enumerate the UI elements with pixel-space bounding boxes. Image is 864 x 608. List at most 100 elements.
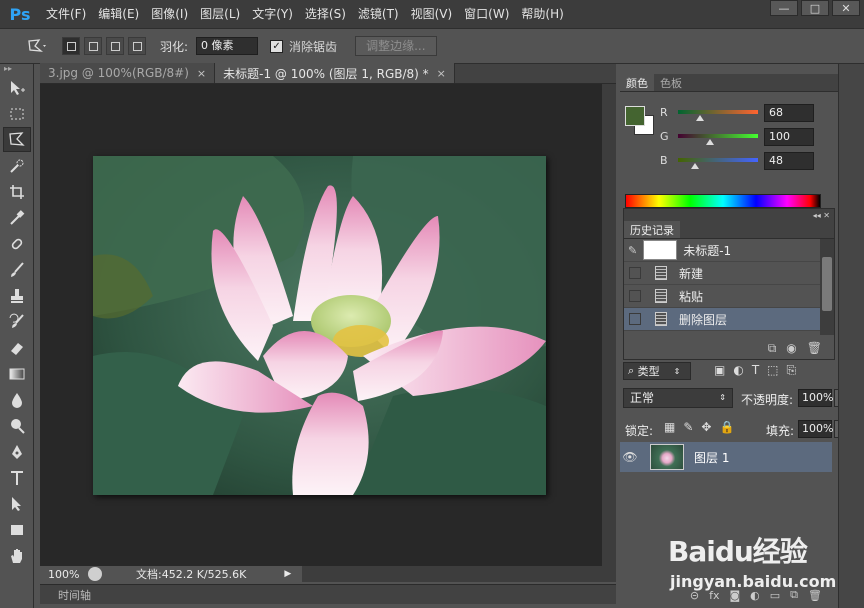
visibility-eye-icon[interactable]: 👁: [620, 450, 640, 464]
menu-select[interactable]: 选择(S): [299, 0, 352, 28]
blue-slider-track[interactable]: [678, 158, 758, 162]
menu-view[interactable]: 视图(V): [405, 0, 459, 28]
red-value-input[interactable]: 68: [764, 104, 814, 122]
green-slider-track[interactable]: [678, 134, 758, 138]
color-spectrum-bar[interactable]: [625, 194, 821, 208]
adjustment-filter-icon[interactable]: ◐: [733, 363, 743, 378]
tab-color[interactable]: 颜色: [620, 74, 654, 91]
rectangle-tool-icon[interactable]: [3, 517, 31, 542]
history-source-box[interactable]: [629, 313, 641, 325]
history-source-box[interactable]: [629, 267, 641, 279]
history-item[interactable]: 新建: [624, 262, 822, 285]
new-snapshot-icon[interactable]: ◉: [786, 341, 796, 355]
eyedropper-tool-icon[interactable]: [3, 205, 31, 230]
collapsed-panel-strip[interactable]: [838, 64, 864, 608]
lock-image-icon[interactable]: ✎: [683, 420, 693, 434]
quick-selection-tool-icon[interactable]: [3, 153, 31, 178]
blue-slider-thumb[interactable]: [691, 163, 699, 169]
hand-tool-icon[interactable]: [3, 543, 31, 568]
snapshot-label: 未标题-1: [683, 243, 732, 258]
tab-untitled-1[interactable]: 未标题-1 @ 100% (图层 1, RGB/8) * ×: [215, 63, 455, 83]
opacity-input[interactable]: 100%: [798, 389, 833, 407]
subtract-selection-icon[interactable]: [106, 37, 124, 55]
lotus-image[interactable]: [93, 156, 546, 495]
brush-tool-icon[interactable]: [3, 257, 31, 282]
blur-tool-icon[interactable]: [3, 387, 31, 412]
history-scrollbar[interactable]: [820, 239, 834, 335]
menu-filter[interactable]: 滤镜(T): [352, 0, 405, 28]
status-info-icon[interactable]: [88, 567, 102, 581]
toolbar-grip[interactable]: ▸▸: [0, 64, 33, 74]
shape-filter-icon[interactable]: ⬚: [767, 363, 778, 378]
path-selection-tool-icon[interactable]: [3, 491, 31, 516]
layer-filter-select[interactable]: ⌕ 类型 ⇕: [623, 362, 691, 380]
lock-label: 锁定:: [625, 424, 654, 438]
vertical-scrollbar[interactable]: [602, 84, 616, 566]
layer-name[interactable]: 图层 1: [694, 449, 729, 466]
history-item[interactable]: 删除图层: [624, 308, 822, 331]
new-selection-icon[interactable]: [62, 37, 80, 55]
close-tab-icon[interactable]: ×: [197, 67, 206, 80]
crop-tool-icon[interactable]: [3, 179, 31, 204]
status-menu-arrow-icon[interactable]: ▶: [284, 569, 291, 579]
blend-mode-select[interactable]: 正常 ⇕: [623, 388, 733, 408]
history-brush-source-icon[interactable]: ✎: [628, 244, 637, 257]
delete-state-icon[interactable]: 🗑: [807, 341, 822, 355]
history-item[interactable]: 粘贴: [624, 285, 822, 308]
menu-window[interactable]: 窗口(W): [458, 0, 515, 28]
history-brush-tool-icon[interactable]: [3, 309, 31, 334]
history-source-box[interactable]: [629, 290, 641, 302]
clone-stamp-tool-icon[interactable]: [3, 283, 31, 308]
pen-tool-icon[interactable]: [3, 439, 31, 464]
layer-filter-icons: ▣ ◐ T ⬚ ⎘: [714, 363, 796, 378]
tab-swatches[interactable]: 色板: [654, 74, 688, 91]
menu-type[interactable]: 文字(Y): [246, 0, 299, 28]
move-tool-icon[interactable]: [3, 75, 31, 100]
lasso-tool-icon[interactable]: [3, 127, 31, 152]
smart-object-filter-icon[interactable]: ⎘: [787, 363, 797, 378]
red-slider-track[interactable]: [678, 110, 758, 114]
blue-value-input[interactable]: 48: [764, 152, 814, 170]
gradient-tool-icon[interactable]: [3, 361, 31, 386]
menu-file[interactable]: 文件(F): [40, 0, 92, 28]
tab-history[interactable]: 历史记录: [624, 221, 680, 238]
layer-row[interactable]: 👁 图层 1: [620, 442, 832, 472]
pixel-filter-icon[interactable]: ▣: [714, 363, 725, 378]
close-button[interactable]: ✕: [832, 0, 860, 16]
type-filter-icon[interactable]: T: [752, 363, 759, 378]
dodge-tool-icon[interactable]: [3, 413, 31, 438]
feather-input[interactable]: 0 像素: [196, 37, 259, 55]
red-slider-thumb[interactable]: [696, 115, 704, 121]
antialias-checkbox[interactable]: ✓: [270, 39, 284, 53]
horizontal-scrollbar[interactable]: [302, 566, 616, 582]
new-document-from-state-icon[interactable]: ⧉: [768, 341, 777, 356]
fill-input[interactable]: 100%: [798, 420, 833, 438]
intersect-selection-icon[interactable]: [128, 37, 146, 55]
history-panel-collapse-icon[interactable]: ◂◂ ✕: [624, 209, 834, 221]
menu-edit[interactable]: 编辑(E): [92, 0, 145, 28]
close-tab-icon[interactable]: ×: [437, 67, 446, 80]
marquee-tool-icon[interactable]: [3, 101, 31, 126]
tab-3jpg[interactable]: 3.jpg @ 100%(RGB/8#) ×: [40, 63, 216, 83]
healing-brush-tool-icon[interactable]: [3, 231, 31, 256]
restore-button[interactable]: □: [801, 0, 829, 16]
menu-image[interactable]: 图像(I): [145, 0, 194, 28]
opacity-label: 不透明度:: [741, 393, 794, 407]
polygonal-lasso-preset-icon[interactable]: [16, 35, 58, 57]
timeline-panel[interactable]: 时间轴: [40, 584, 616, 604]
refine-edge-button[interactable]: 调整边缘...: [355, 36, 437, 56]
menu-help[interactable]: 帮助(H): [515, 0, 569, 28]
eraser-tool-icon[interactable]: [3, 335, 31, 360]
foreground-color-swatch[interactable]: [625, 106, 645, 126]
lock-all-icon[interactable]: 🔒: [719, 420, 734, 434]
history-snapshot[interactable]: ✎ 未标题-1: [624, 239, 822, 262]
green-value-input[interactable]: 100: [764, 128, 814, 146]
add-selection-icon[interactable]: [84, 37, 102, 55]
zoom-level[interactable]: 100%: [40, 568, 84, 581]
lock-transparent-icon[interactable]: ▦: [664, 420, 675, 434]
lock-position-icon[interactable]: ✥: [701, 420, 711, 434]
green-slider-thumb[interactable]: [706, 139, 714, 145]
minimize-button[interactable]: —: [770, 0, 798, 16]
menu-layer[interactable]: 图层(L): [194, 0, 246, 28]
type-tool-icon[interactable]: [3, 465, 31, 490]
